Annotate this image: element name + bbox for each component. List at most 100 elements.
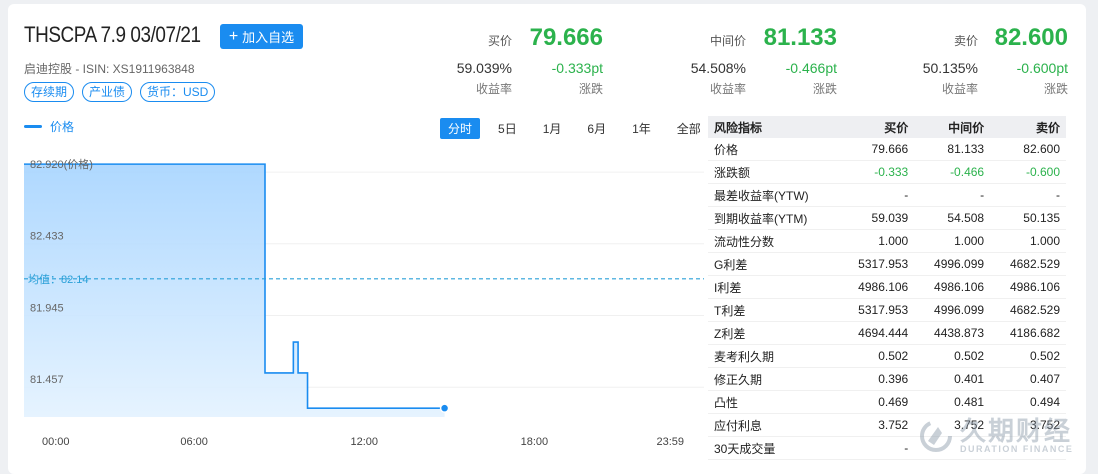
risk-value-cell: 1.000 [838, 229, 915, 253]
bid-change-label: 涨跌 [578, 82, 603, 96]
range-tab[interactable]: 1月 [535, 118, 570, 139]
risk-value-cell: - [990, 183, 1066, 207]
risk-value-cell: 50.135 [990, 206, 1066, 230]
risk-header-cell: 卖价 [990, 116, 1066, 138]
price-area [24, 164, 445, 417]
risk-header-cell: 买价 [838, 116, 915, 138]
mid-change: -0.466pt [785, 60, 837, 76]
ask-yield: 50.135% [922, 60, 978, 76]
risk-row-label: I利差 [708, 275, 839, 299]
risk-row: 流动性分数 1.000 1.000 1.000 [708, 229, 1066, 253]
range-tab[interactable]: 5日 [490, 118, 525, 139]
risk-value-cell: - [914, 183, 991, 207]
risk-row-label: Z利差 [708, 321, 839, 345]
x-tick-label: 23:59 [656, 436, 684, 448]
risk-row: G利差 5317.953 4996.099 4682.529 [708, 252, 1066, 276]
risk-row-label: 最差收益率(YTW) [708, 183, 839, 207]
risk-value-cell: 0.502 [990, 344, 1066, 368]
watermark-text: 久期财经 [960, 416, 1073, 446]
range-tab[interactable]: 分时 [440, 118, 481, 139]
x-tick-label: 06:00 [180, 436, 208, 448]
risk-row-label: 流动性分数 [708, 229, 839, 253]
risk-row-label: 30天成交量 [708, 436, 839, 460]
chart-legend[interactable]: 价格 [24, 118, 74, 135]
mid-change-label: 涨跌 [812, 82, 837, 96]
risk-value-cell: 0.502 [914, 344, 991, 368]
y-tick-label: 82.920(价格) [30, 157, 93, 171]
risk-row-label: 应付利息 [708, 413, 839, 437]
risk-value-cell: -0.466 [914, 160, 991, 184]
bond-tag[interactable]: 产业债 [82, 82, 133, 102]
add-to-watchlist-button[interactable]: + 加入自选 [220, 24, 303, 49]
duration-finance-watermark: 久期财经 DURATION FINANCE [918, 418, 1073, 454]
bond-tag[interactable]: 货币：USD [140, 82, 216, 102]
bid-change: -0.333pt [551, 60, 603, 76]
risk-value-cell: 79.666 [838, 138, 915, 161]
range-tab[interactable]: 1年 [624, 118, 659, 139]
risk-value-cell: 4996.099 [914, 298, 991, 322]
bid-price: 79.666 [529, 24, 603, 51]
duration-finance-logo-icon [920, 420, 952, 452]
bond-tag[interactable]: 存续期 [24, 82, 75, 102]
risk-header-cell: 中间价 [914, 116, 991, 138]
ask-change: -0.600pt [1016, 60, 1068, 76]
risk-value-cell: 0.407 [990, 367, 1066, 391]
legend-label: 价格 [50, 120, 75, 134]
risk-value-cell: - [838, 183, 915, 207]
range-tab[interactable]: 6月 [579, 118, 614, 139]
risk-value-cell: 4986.106 [914, 275, 991, 299]
risk-row-label: 麦考利久期 [708, 344, 839, 368]
risk-value-cell: 4694.444 [838, 321, 915, 345]
y-tick-label: 82.433 [30, 231, 64, 243]
risk-value-cell: - [838, 436, 915, 460]
issuer-isin: 启迪控股 - ISIN: XS1911963848 [24, 62, 195, 76]
x-tick-label: 12:00 [350, 436, 378, 448]
risk-row-label: 凸性 [708, 390, 839, 414]
risk-value-cell: 81.133 [914, 138, 991, 161]
mid-label: 中间价 [709, 34, 746, 48]
risk-value-cell: 4186.682 [990, 321, 1066, 345]
risk-value-cell: 0.401 [914, 367, 991, 391]
risk-row: 价格 79.666 81.133 82.600 [708, 138, 1066, 161]
risk-value-cell: 0.494 [990, 390, 1066, 414]
risk-value-cell: 59.039 [838, 206, 915, 230]
risk-value-cell: 0.481 [914, 390, 991, 414]
watermark-subtext: DURATION FINANCE [960, 444, 1074, 454]
bid-yield: 59.039% [456, 60, 512, 76]
risk-value-cell: 3.752 [838, 413, 915, 437]
add-to-watchlist-label: 加入自选 [242, 30, 295, 45]
mid-yield: 54.508% [690, 60, 746, 76]
risk-value-cell: 4996.099 [914, 252, 991, 276]
mid-price: 81.133 [763, 24, 837, 51]
range-tabs: 分时 5日 1月 6月 1年 全部 [440, 118, 719, 139]
risk-value-cell: 0.469 [838, 390, 915, 414]
x-tick-label: 18:00 [521, 436, 549, 448]
risk-row: 修正久期 0.396 0.401 0.407 [708, 367, 1066, 391]
risk-value-cell: 4986.106 [838, 275, 915, 299]
risk-value-cell: 5317.953 [838, 252, 915, 276]
average-label: 均值：82.14 [28, 273, 89, 286]
risk-value-cell: 4682.529 [990, 298, 1066, 322]
mid-yield-label: 收益率 [709, 82, 746, 96]
risk-value-cell: 5317.953 [838, 298, 915, 322]
price-chart[interactable]: 均值：82.14 82.920(价格) 82.433 81.945 81.457 00:0… [24, 145, 708, 455]
range-tab[interactable]: 全部 [669, 118, 709, 139]
ask-change-label: 涨跌 [1043, 82, 1068, 96]
risk-header-cell: 风险指标 [708, 116, 839, 138]
x-tick-label: 00:00 [42, 436, 70, 448]
risk-value-cell: -0.600 [990, 160, 1066, 184]
risk-metrics-table: 风险指标 买价 中间价 卖价 价格 79.666 81.133 82.600 涨跌额 -0.33… [708, 116, 1066, 460]
bid-label: 买价 [487, 34, 512, 48]
y-tick-label: 81.945 [30, 302, 64, 314]
risk-value-cell: 0.502 [838, 344, 915, 368]
risk-value-cell: 4682.529 [990, 252, 1066, 276]
risk-value-cell: 82.600 [990, 138, 1066, 161]
last-price-point [439, 403, 450, 413]
risk-row-label: 修正久期 [708, 367, 839, 391]
risk-row: 麦考利久期 0.502 0.502 0.502 [708, 344, 1066, 368]
risk-row: 最差收益率(YTW) - - - [708, 183, 1066, 207]
plus-icon: + [228, 27, 239, 45]
risk-table-header: 风险指标 买价 中间价 卖价 [708, 116, 1066, 138]
risk-value-cell: -0.333 [838, 160, 915, 184]
bid-yield-label: 收益率 [475, 82, 512, 96]
